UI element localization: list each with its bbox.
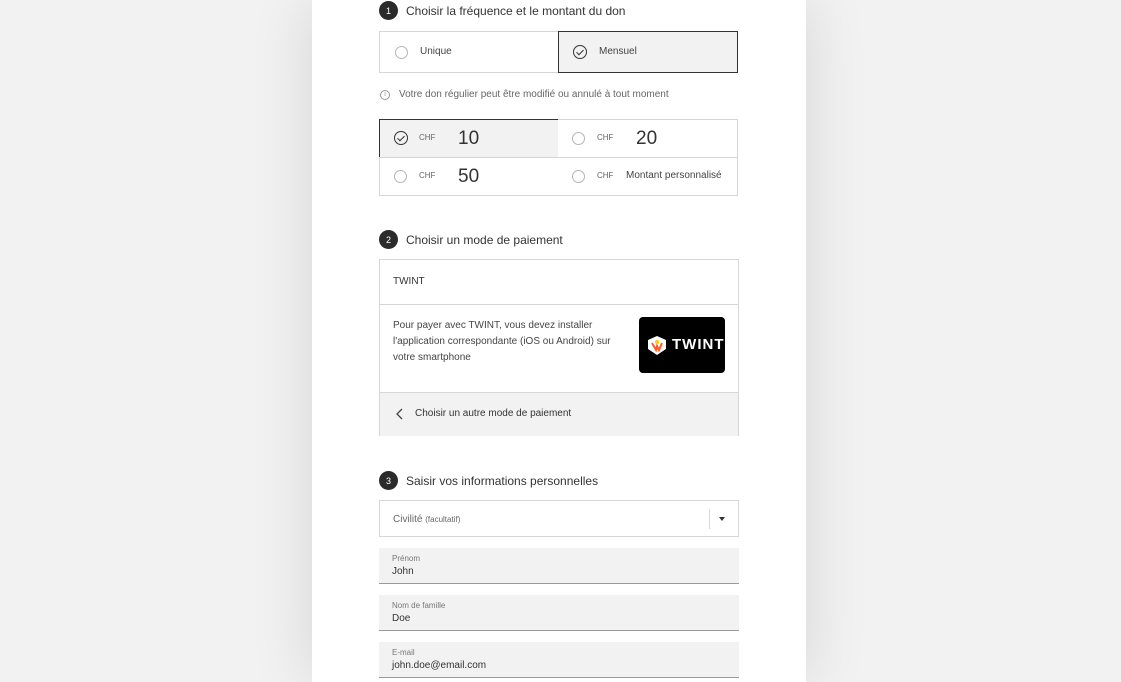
radio-unchecked-icon	[395, 46, 408, 59]
amount-option-10[interactable]: CHF 10	[379, 119, 559, 158]
first-name-label: Prénom	[392, 554, 421, 563]
civility-select[interactable]: Civilité (facultatif)	[379, 500, 739, 537]
currency-label: CHF	[419, 133, 436, 142]
step-1-header: 1 Choisir la fréquence et le montant du …	[379, 1, 625, 20]
amount-option-custom[interactable]: CHF Montant personnalisé	[558, 157, 738, 196]
frequency-option-monthly[interactable]: Mensuel	[558, 31, 738, 73]
twint-logo-text: TWINT	[672, 336, 725, 353]
custom-amount-label: Montant personnalisé	[626, 170, 722, 181]
select-separator	[709, 509, 710, 529]
frequency-label: Unique	[420, 46, 452, 57]
frequency-option-unique[interactable]: Unique	[379, 31, 559, 73]
step-1-title: Choisir la fréquence et le montant du do…	[406, 3, 626, 18]
civility-placeholder: Civilité (facultatif)	[393, 514, 460, 525]
civility-optional: (facultatif)	[425, 515, 461, 524]
amount-option-20[interactable]: CHF 20	[558, 119, 738, 158]
first-name-value: John	[392, 566, 414, 577]
amount-value: 20	[636, 128, 658, 149]
step-1-number: 1	[379, 1, 398, 20]
email-label: E-mail	[392, 648, 415, 657]
currency-label: CHF	[597, 133, 614, 142]
choose-other-payment-label: Choisir un autre mode de paiement	[415, 408, 572, 419]
step-3-title: Saisir vos informations personnelles	[406, 473, 599, 488]
info-icon: i	[380, 89, 390, 100]
caret-down-icon	[719, 517, 725, 521]
check-circle-icon	[573, 45, 587, 59]
recurring-note-text: Votre don régulier peut être modifié ou …	[399, 89, 669, 100]
payment-method-name: TWINT	[393, 276, 425, 287]
divider	[380, 304, 738, 305]
amount-option-50[interactable]: CHF 50	[379, 157, 559, 196]
radio-unchecked-icon	[572, 170, 585, 183]
radio-unchecked-icon	[394, 170, 407, 183]
civility-label: Civilité	[393, 514, 423, 525]
step-2-number: 2	[379, 230, 398, 249]
last-name-label: Nom de famille	[392, 601, 446, 610]
first-name-field[interactable]: Prénom John	[379, 548, 739, 584]
twint-shield-icon	[648, 336, 666, 355]
last-name-value: Doe	[392, 613, 411, 624]
payment-method-card: TWINT Pour payer avec TWINT, vous devez …	[379, 259, 739, 436]
check-circle-icon	[394, 131, 408, 145]
choose-other-payment-button[interactable]: Choisir un autre mode de paiement	[380, 392, 738, 436]
payment-method-description: Pour payer avec TWINT, vous devez instal…	[393, 320, 611, 363]
step-3-header: 3 Saisir vos informations personnelles	[379, 471, 598, 490]
amount-value: 10	[458, 128, 480, 149]
currency-label: CHF	[597, 171, 614, 180]
chevron-left-icon	[396, 408, 403, 420]
recurring-note: i Votre don régulier peut être modifié o…	[380, 89, 669, 100]
currency-label: CHF	[419, 171, 436, 180]
email-value: john.doe@email.com	[392, 660, 487, 671]
email-field[interactable]: E-mail john.doe@email.com	[379, 642, 739, 678]
frequency-label: Mensuel	[599, 46, 637, 57]
step-2-title: Choisir un mode de paiement	[406, 232, 563, 247]
amount-value: 50	[458, 166, 480, 187]
radio-unchecked-icon	[572, 132, 585, 145]
last-name-field[interactable]: Nom de famille Doe	[379, 595, 739, 631]
twint-logo: TWINT	[639, 317, 725, 373]
step-3-number: 3	[379, 471, 398, 490]
step-2-header: 2 Choisir un mode de paiement	[379, 230, 563, 249]
